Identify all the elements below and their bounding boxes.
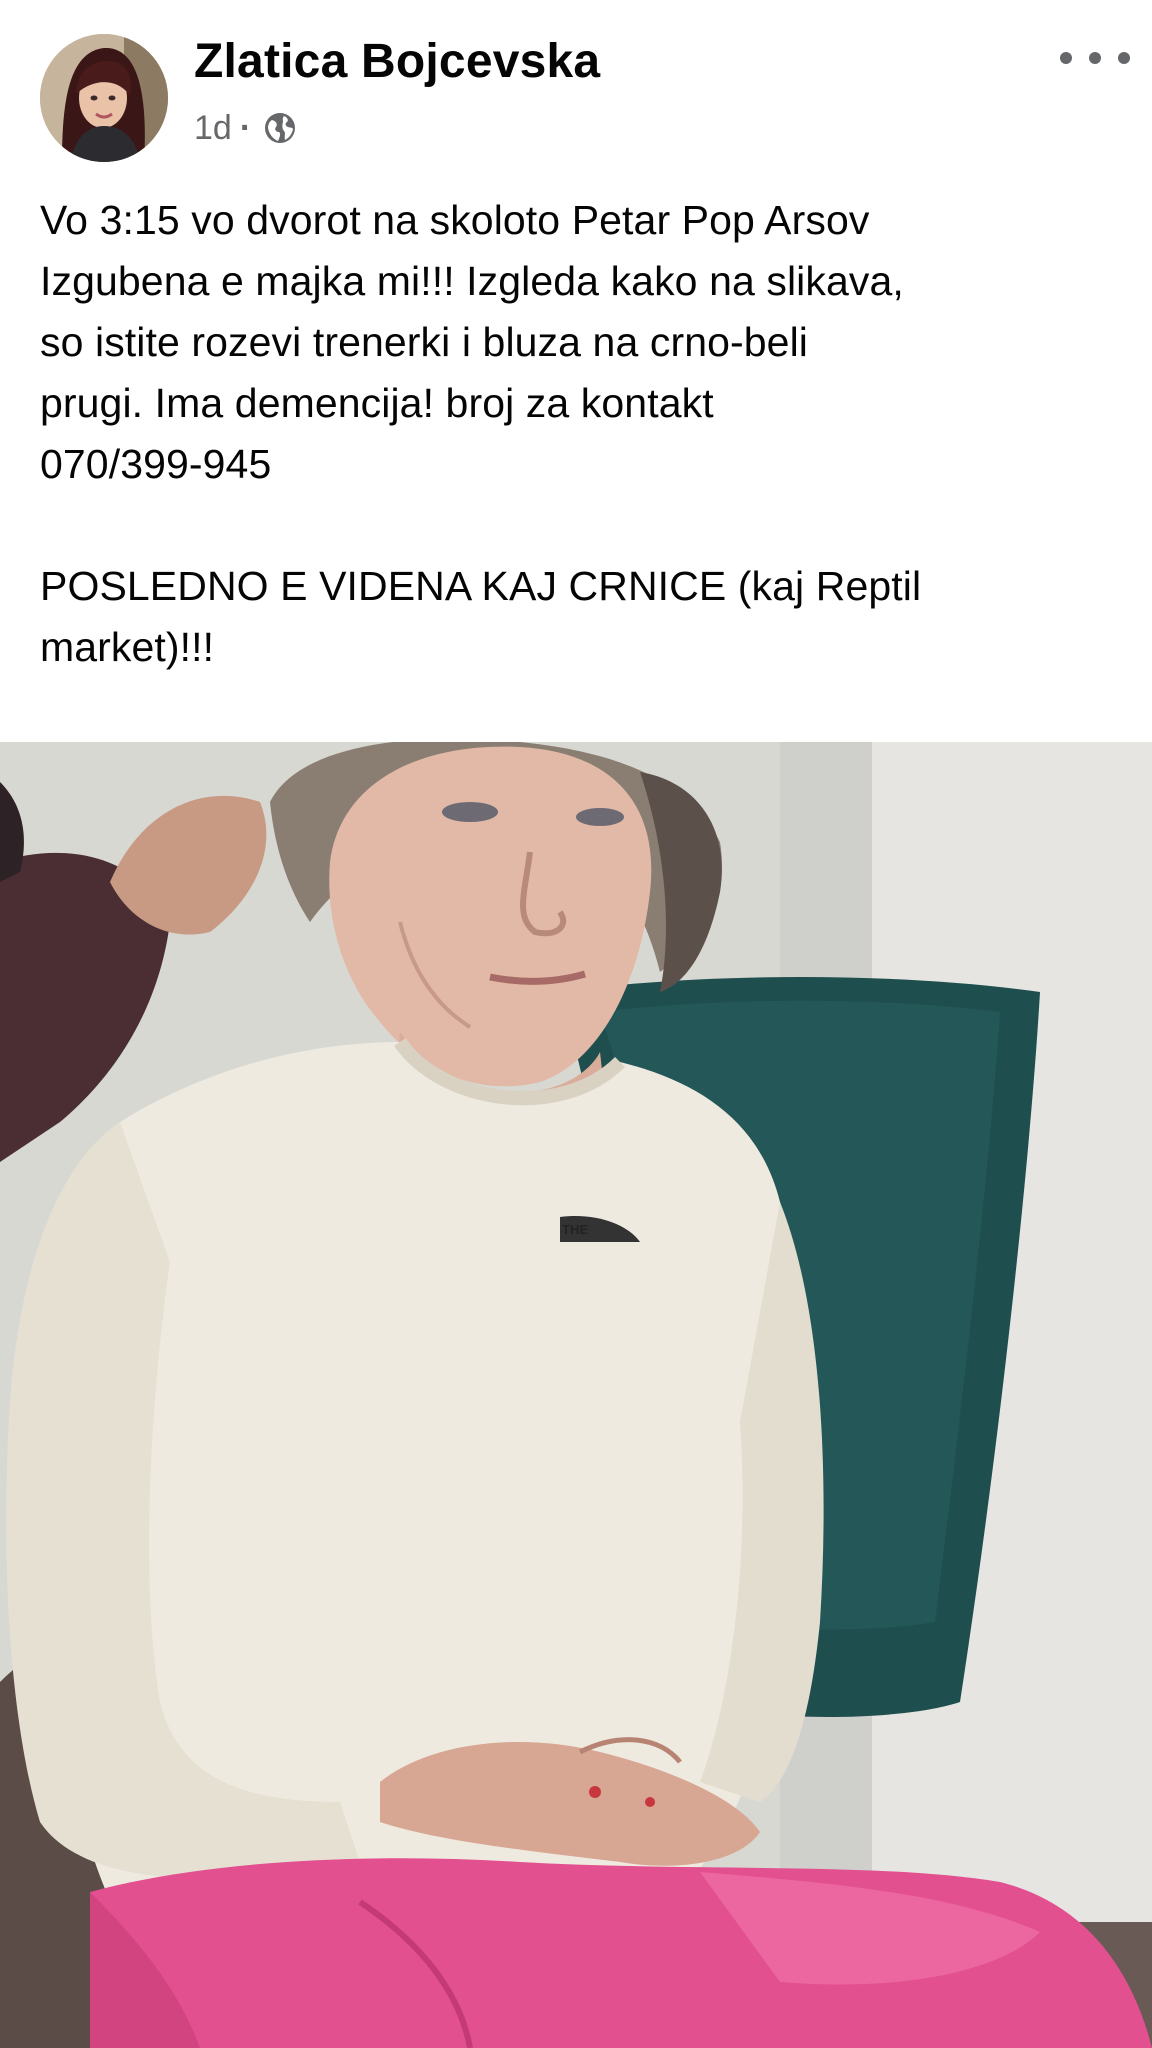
svg-text:THE: THE: [562, 1222, 588, 1237]
photo-image: THE: [0, 742, 1152, 2048]
post-meta: 1d ·: [194, 106, 297, 150]
more-dot: [1118, 52, 1130, 64]
globe-icon[interactable]: [263, 111, 297, 145]
post-photo[interactable]: THE: [0, 742, 1152, 2048]
post-header: Zlatica Bojcevska 1d ·: [0, 0, 1152, 170]
more-options-icon[interactable]: [1060, 40, 1130, 76]
post-paragraph-2: POSLEDNO E VIDENA KAJ CRNICE (kaj Reptil…: [40, 563, 922, 670]
post-timestamp[interactable]: 1d: [194, 109, 232, 148]
post-text: Vo 3:15 vo dvorot na skoloto Petar Pop A…: [40, 190, 1120, 678]
more-dot: [1060, 52, 1072, 64]
post-paragraph-1: Vo 3:15 vo dvorot na skoloto Petar Pop A…: [40, 197, 904, 487]
more-dot: [1089, 52, 1101, 64]
author-name[interactable]: Zlatica Bojcevska: [194, 34, 600, 89]
avatar-image: [40, 34, 168, 162]
meta-separator: ·: [239, 108, 252, 147]
author-avatar[interactable]: [40, 34, 168, 162]
